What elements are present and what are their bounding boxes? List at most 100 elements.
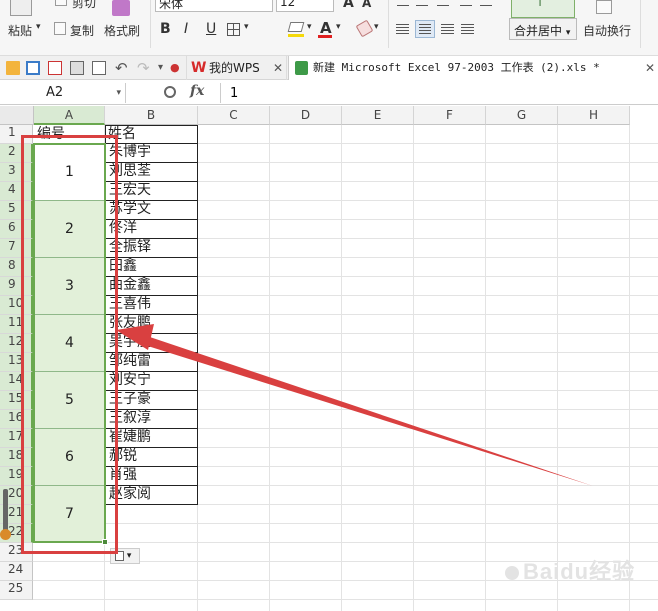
align-top-icon[interactable] <box>397 0 409 6</box>
shrink-font-button[interactable]: A <box>362 0 371 10</box>
fill-dropdown-icon[interactable]: ▾ <box>307 22 312 32</box>
column-header-c[interactable]: C <box>198 106 270 125</box>
column-gridline <box>413 125 414 611</box>
column-header-h[interactable]: H <box>558 106 630 125</box>
search-icon[interactable] <box>164 86 176 98</box>
align-right-icon[interactable] <box>441 24 454 35</box>
cut-icon <box>55 0 67 6</box>
column-header-b[interactable]: B <box>105 106 198 125</box>
merge-center-dropdown-icon: ▾ <box>565 28 571 38</box>
save-icon[interactable] <box>26 61 40 75</box>
font-size-value: 12 <box>280 0 296 9</box>
name-box-value: A2 <box>46 85 64 100</box>
font-size-select[interactable]: 12 <box>276 0 334 12</box>
wps-logo-icon: W <box>191 60 207 76</box>
cell-b11[interactable]: 张友鹏 <box>105 315 198 334</box>
font-name-value: 宋体 <box>159 0 184 11</box>
cell-b16[interactable]: 王叙淳 <box>105 410 198 429</box>
spreadsheet-grid[interactable]: ABCDEFGH 1 2 3 4 5 6 7 8 9 10 11 12 13 14 15 16 17 18 19 20… <box>0 106 658 611</box>
align-middle-icon[interactable] <box>416 0 428 6</box>
justify-icon[interactable] <box>461 24 474 35</box>
name-box-dropdown-icon[interactable]: ▾ <box>116 83 121 103</box>
wrap-text-button[interactable]: 自动换行 <box>583 22 631 39</box>
paste-button[interactable]: 粘贴 <box>8 22 32 39</box>
column-gridline <box>629 125 630 611</box>
cell-b2[interactable]: 朱博宇 <box>105 144 198 163</box>
export-pdf-icon[interactable] <box>48 61 62 75</box>
copy-icon <box>54 22 66 35</box>
marker-bar <box>3 489 8 533</box>
outdent-icon[interactable] <box>480 0 492 6</box>
font-color-dropdown-icon[interactable]: ▾ <box>336 22 341 32</box>
paste-dropdown-icon[interactable]: ▾ <box>36 22 41 32</box>
fx-button[interactable]: fx <box>190 83 204 99</box>
row-header-25[interactable]: 25 <box>0 581 33 600</box>
cell-b5[interactable]: 苏学文 <box>105 201 198 220</box>
tab-my-wps[interactable]: W 我的WPS ✕ <box>186 56 287 80</box>
copy-button[interactable]: 复制 <box>70 22 94 39</box>
name-box[interactable]: A2 ▾ <box>0 83 126 103</box>
wrap-text-icon[interactable] <box>596 0 612 14</box>
cut-button[interactable]: 剪切 <box>72 0 96 11</box>
divider <box>388 0 389 48</box>
clear-format-icon[interactable] <box>355 19 374 38</box>
clear-dropdown-icon[interactable]: ▾ <box>374 22 379 32</box>
close-icon[interactable]: ✕ <box>273 56 283 80</box>
redo-icon[interactable]: ↷ <box>137 56 150 80</box>
cell-b15[interactable]: 王子豪 <box>105 391 198 410</box>
print-icon[interactable] <box>70 61 84 75</box>
underline-button[interactable]: U <box>206 21 216 37</box>
baidu-paw-icon <box>505 566 519 581</box>
column-header-g[interactable]: G <box>486 106 558 125</box>
cell-b20[interactable]: 赵家阅 <box>105 486 198 505</box>
cell-b4[interactable]: 王宏天 <box>105 182 198 201</box>
row-header-24[interactable]: 24 <box>0 562 33 581</box>
grow-font-button[interactable]: A <box>343 0 354 11</box>
paste-icon[interactable] <box>10 0 32 16</box>
cell-b10[interactable]: 王喜伟 <box>105 296 198 315</box>
cell-b7[interactable]: 全振铎 <box>105 239 198 258</box>
column-header-f[interactable]: F <box>414 106 486 125</box>
divider <box>220 83 221 103</box>
cell-b18[interactable]: 郝锐 <box>105 448 198 467</box>
cell-b6[interactable]: 佟洋 <box>105 220 198 239</box>
close-icon[interactable]: ✕ <box>645 56 655 80</box>
column-gridline <box>485 125 486 611</box>
fill-color-icon[interactable] <box>287 22 305 32</box>
divider <box>150 0 151 48</box>
cell-b9[interactable]: 曲金鑫 <box>105 277 198 296</box>
open-folder-icon[interactable] <box>6 61 20 75</box>
bold-button[interactable]: B <box>160 21 171 37</box>
select-all-corner[interactable] <box>0 106 34 125</box>
b1-border <box>105 125 198 144</box>
cell-b8[interactable]: 田鑫 <box>105 258 198 277</box>
column-header-a[interactable]: A <box>34 106 105 125</box>
cell-b3[interactable]: 刘思荃 <box>105 163 198 182</box>
cell-b14[interactable]: 刘安宁 <box>105 372 198 391</box>
cell-b12[interactable]: 吴宇航 <box>105 334 198 353</box>
align-bottom-icon[interactable] <box>437 0 449 6</box>
font-name-select[interactable]: 宋体 <box>155 0 273 12</box>
customize-qat-icon[interactable]: ▾ <box>158 56 163 80</box>
column-gridline <box>269 125 270 611</box>
print-preview-icon[interactable] <box>92 61 106 75</box>
column-header-d[interactable]: D <box>270 106 342 125</box>
more-icon[interactable]: ● <box>170 56 180 80</box>
merge-center-button[interactable]: 合并居中 ▾ <box>509 18 577 40</box>
column-header-e[interactable]: E <box>342 106 414 125</box>
tab-workbook[interactable]: 新建 Microsoft Excel 97-2003 工作表 (2).xls *… <box>288 56 658 80</box>
row-gridline <box>33 599 658 600</box>
formula-input[interactable] <box>230 83 650 103</box>
tab-my-wps-label: 我的WPS <box>209 61 260 75</box>
cell-b17[interactable]: 崔婕鹏 <box>105 429 198 448</box>
tab-workbook-label: 新建 Microsoft Excel 97-2003 工作表 (2).xls * <box>313 61 600 74</box>
borders-dropdown-icon[interactable]: ▾ <box>244 22 249 32</box>
borders-icon[interactable] <box>227 23 240 36</box>
cell-b13[interactable]: 邹纯雷 <box>105 353 198 372</box>
align-left-icon[interactable] <box>396 24 409 35</box>
cell-b19[interactable]: 肖强 <box>105 467 198 486</box>
indent-icon[interactable] <box>460 0 472 6</box>
format-painter-button[interactable]: 格式刷 <box>104 22 140 39</box>
undo-icon[interactable]: ↶ <box>115 56 128 80</box>
italic-button[interactable]: I <box>184 21 188 37</box>
